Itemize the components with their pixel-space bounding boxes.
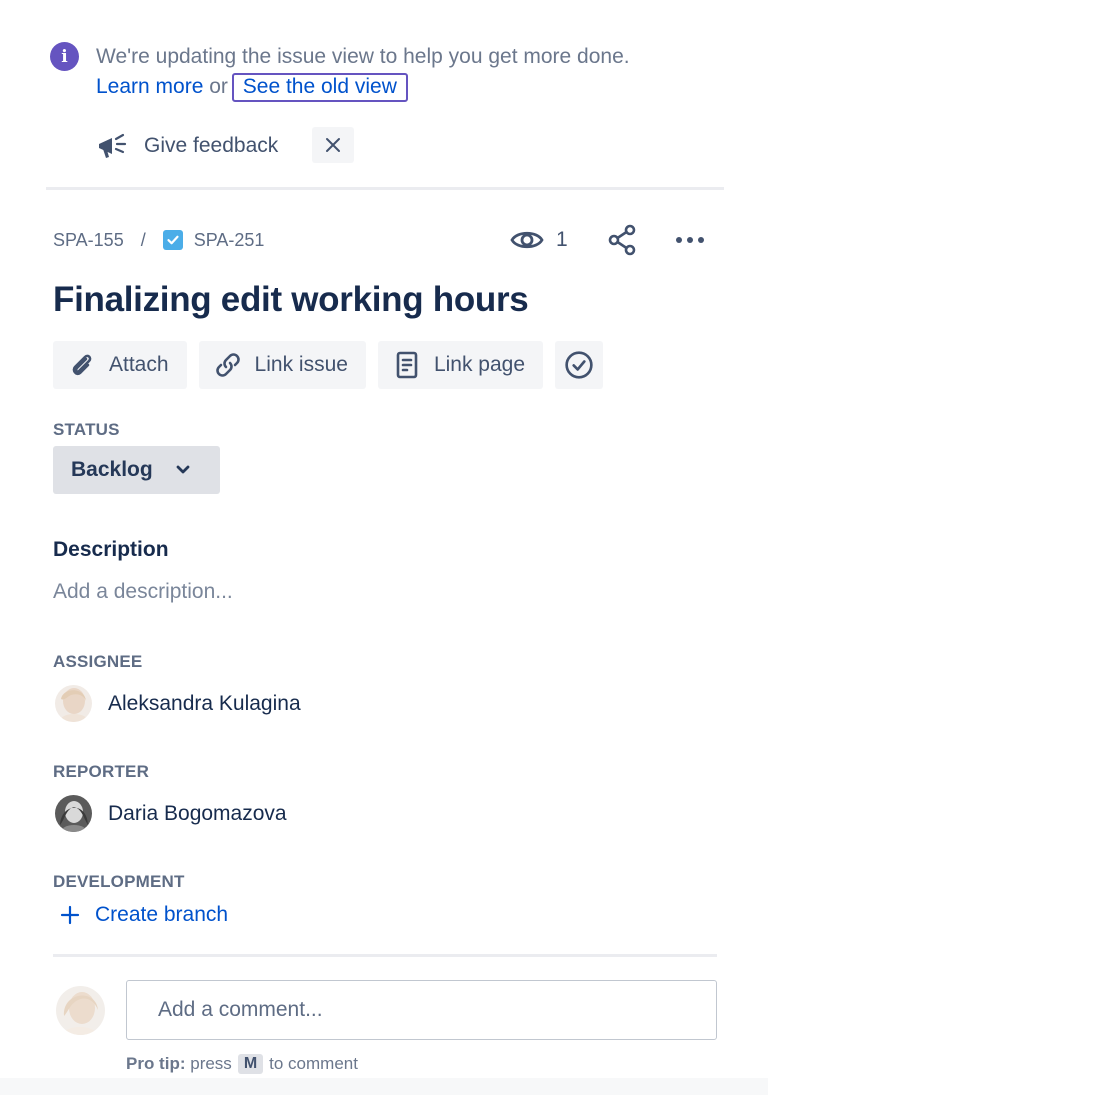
create-branch-label: Create branch [95, 903, 229, 926]
parent-issue-link[interactable]: SPA-155 [53, 230, 124, 251]
attach-button[interactable]: Attach [53, 341, 187, 389]
banner-text: We're updating the issue view to help yo… [96, 42, 636, 102]
avatar [56, 986, 105, 1035]
more-actions-button[interactable] [673, 224, 707, 256]
assignee-label: ASSIGNEE [53, 652, 143, 671]
avatar [55, 685, 92, 722]
assignee-field[interactable]: Aleksandra Kulagina [55, 685, 301, 722]
development-label: DEVELOPMENT [53, 872, 185, 891]
status-label: STATUS [53, 420, 120, 439]
description-placeholder[interactable]: Add a description... [53, 580, 233, 604]
link-issue-button[interactable]: Link issue [198, 341, 366, 389]
breadcrumb-separator: / [140, 229, 146, 250]
link-page-button[interactable]: Link page [377, 341, 544, 389]
avatar [55, 795, 92, 832]
banner-message: We're updating the issue view to help yo… [96, 45, 630, 68]
reporter-field[interactable]: Daria Bogomazova [55, 795, 287, 832]
attach-label: Attach [109, 353, 169, 376]
keyboard-shortcut-key: M [237, 1054, 264, 1074]
issue-actions: Attach Link issue Link page [53, 341, 615, 389]
megaphone-icon [96, 131, 130, 161]
link-page-label: Link page [433, 353, 526, 376]
learn-more-link[interactable]: Learn more [96, 75, 203, 98]
comment-pro-tip: Pro tip: press M to comment [126, 1054, 358, 1074]
banner-or: or [209, 75, 228, 98]
paperclip-icon [67, 350, 97, 380]
pro-tip-press: press [190, 1054, 232, 1073]
breadcrumb: SPA-155 / SPA-251 [53, 226, 264, 254]
pro-tip-label: Pro tip: [126, 1054, 186, 1073]
watch-button[interactable]: 1 [510, 224, 568, 256]
more-icon [676, 237, 704, 243]
task-type-icon [162, 230, 183, 250]
pro-tip-suffix: to comment [269, 1054, 358, 1073]
create-branch-button[interactable]: Create branch [60, 903, 228, 927]
assignee-name: Aleksandra Kulagina [108, 691, 301, 715]
issue-key-link[interactable]: SPA-251 [194, 230, 265, 251]
watcher-count: 1 [556, 228, 568, 251]
link-icon [213, 350, 243, 380]
chevron-down-icon [175, 464, 191, 476]
eye-icon [510, 231, 544, 249]
give-feedback-label: Give feedback [144, 134, 279, 157]
reporter-name: Daria Bogomazova [108, 801, 287, 825]
dismiss-banner-button[interactable] [312, 127, 354, 163]
give-feedback-button[interactable]: Give feedback [96, 127, 278, 165]
check-circle-icon [564, 350, 594, 380]
footer-strip [0, 1078, 768, 1095]
add-checklist-button[interactable] [555, 341, 604, 389]
divider [53, 954, 717, 957]
description-heading: Description [53, 538, 169, 561]
issue-title[interactable]: Finalizing edit working hours [53, 280, 529, 320]
status-value: Backlog [71, 458, 153, 481]
link-issue-label: Link issue [254, 353, 348, 376]
info-icon: i [50, 42, 79, 71]
reporter-label: REPORTER [53, 762, 150, 781]
status-dropdown[interactable]: Backlog [53, 446, 220, 494]
plus-icon [60, 905, 80, 925]
page-icon [392, 350, 422, 380]
share-icon [608, 224, 636, 256]
share-button[interactable] [606, 224, 640, 256]
divider [46, 187, 724, 190]
see-old-view-link[interactable]: See the old view [231, 73, 408, 102]
comment-input[interactable] [126, 980, 717, 1040]
close-icon [326, 138, 340, 152]
